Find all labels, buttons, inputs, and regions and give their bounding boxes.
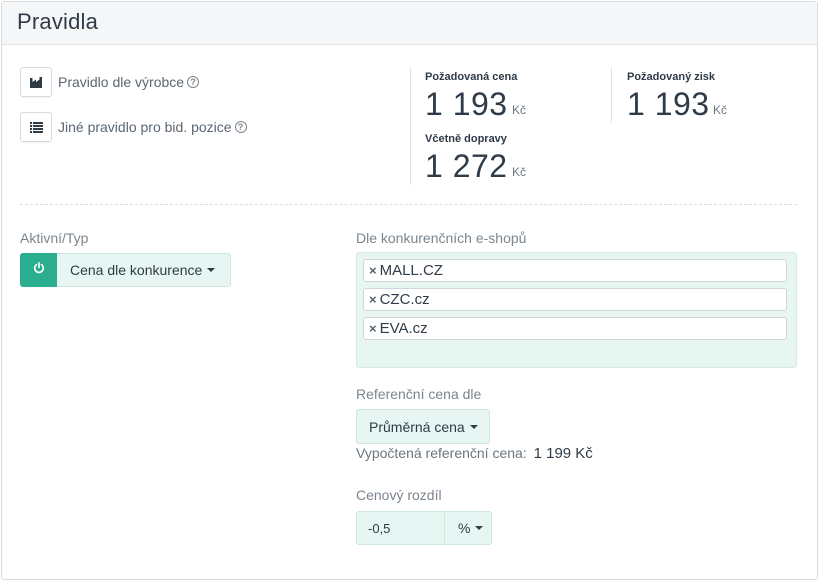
page-title: Pravidla <box>17 9 99 34</box>
help-icon[interactable]: ? <box>234 121 247 133</box>
active-type-label: Aktivní/Typ <box>20 230 89 246</box>
calculated-reference-value: 1 199 Kč <box>533 445 593 462</box>
shop-tag: × MALL.CZ <box>363 259 787 282</box>
type-dropdown[interactable]: Cena dle konkurence <box>57 253 231 287</box>
bid-position-rule-label: Jiné pravidlo pro bid. pozice <box>58 119 232 135</box>
caret-down-icon <box>469 424 478 429</box>
remove-tag-icon[interactable]: × <box>369 292 377 307</box>
manufacturer-rule-label: Pravidlo dle výrobce <box>58 74 185 90</box>
shop-tag-label: EVA.cz <box>379 320 428 337</box>
caret-down-icon <box>475 526 484 530</box>
help-icon[interactable]: ? <box>187 76 200 88</box>
competitor-shops-input[interactable]: × MALL.CZ × CZC.cz × EVA.cz <box>356 252 797 368</box>
type-dropdown-value: Cena dle konkurence <box>70 262 203 278</box>
caret-down-icon <box>207 268 216 272</box>
required-price-label: Požadovaná cena <box>425 71 518 83</box>
reference-price-label: Referenční cena dle <box>356 386 482 402</box>
price-diff-value: -0,5 <box>368 520 391 536</box>
remove-tag-icon[interactable]: × <box>369 321 377 336</box>
price-diff-input[interactable]: -0,5 <box>356 511 445 545</box>
shop-tag: × CZC.cz <box>363 288 787 311</box>
power-icon <box>33 261 45 279</box>
section-divider <box>20 204 797 205</box>
stats-divider <box>611 67 612 123</box>
reference-price-dropdown[interactable]: Průměrná cena <box>356 409 490 444</box>
incl-shipping-label: Včetně dopravy <box>425 133 507 145</box>
shop-tag: × EVA.cz <box>363 317 787 340</box>
shop-tag-label: CZC.cz <box>379 291 430 308</box>
manufacturer-rule-option[interactable]: Pravidlo dle výrobce ? <box>20 67 200 97</box>
required-profit-unit: Kč <box>713 103 728 117</box>
required-profit-label: Požadovaný zisk <box>627 71 716 83</box>
price-diff-unit: % <box>458 520 471 536</box>
factory-icon[interactable] <box>20 67 52 97</box>
bid-position-rule-option[interactable]: Jiné pravidlo pro bid. pozice ? <box>20 112 247 142</box>
competitors-label: Dle konkurenčních e-shopů <box>356 230 527 246</box>
required-profit-value: 1 193 <box>627 86 710 122</box>
incl-shipping-unit: Kč <box>512 165 527 179</box>
price-diff-label: Cenový rozdíl <box>356 487 442 503</box>
incl-shipping-value: 1 272 <box>425 148 508 184</box>
stats-divider <box>410 67 411 185</box>
panel-header: Pravidla <box>2 2 817 45</box>
shop-tag-label: MALL.CZ <box>379 262 443 279</box>
reference-price-value: Průměrná cena <box>369 418 465 435</box>
power-toggle-button[interactable] <box>20 253 58 287</box>
price-diff-unit-dropdown[interactable]: % <box>444 511 492 545</box>
remove-tag-icon[interactable]: × <box>369 263 377 278</box>
required-price-value: 1 193 <box>425 86 508 122</box>
required-price-unit: Kč <box>512 103 527 117</box>
calculated-reference-price: Vypočtená referenční cena: 1 199 Kč <box>356 445 593 462</box>
list-icon[interactable] <box>20 112 52 142</box>
calculated-reference-label: Vypočtená referenční cena: <box>356 445 527 461</box>
